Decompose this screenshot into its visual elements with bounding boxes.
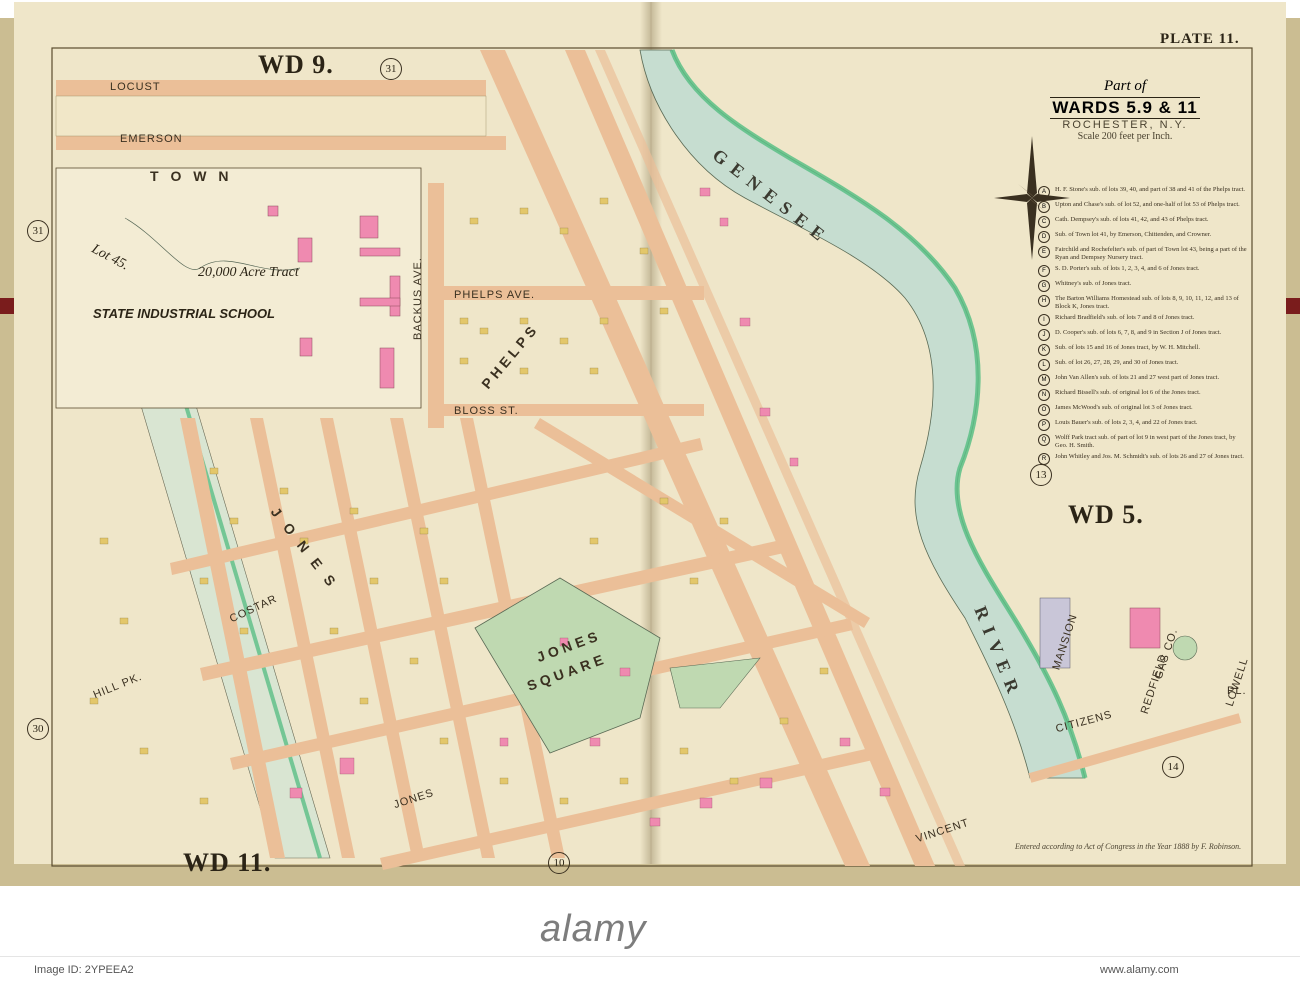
legend-key: B	[1038, 201, 1050, 213]
watermark-divider	[0, 956, 1300, 957]
legend-text: Fairchild and Rochefelter's sub. of part…	[1055, 246, 1247, 261]
map-title-block: Part of WARDS 5.9 & 11 ROCHESTER, N.Y. S…	[1050, 78, 1200, 142]
phelps-ave-label: PHELPS AVE.	[454, 289, 536, 301]
legend-key: J	[1038, 329, 1050, 341]
title-wards: WARDS 5.9 & 11	[1050, 97, 1200, 119]
legend-row: A H. F. Stone's sub. of lots 39, 40, and …	[1038, 186, 1248, 198]
legend-row: G Whitney's sub. of Jones tract.	[1038, 280, 1248, 292]
legend-row: L Sub. of lot 26, 27, 28, 29, and 30 of J…	[1038, 359, 1248, 371]
acre-tract-label: 20,000 Acre Tract	[198, 265, 299, 280]
title-part-of: Part of	[1103, 78, 1147, 94]
legend-row: I Richard Bradfield's sub. of lots 7 and …	[1038, 314, 1248, 326]
locust-block	[55, 95, 487, 137]
legend-row: D Sub. of Town lot 41, by Emerson, Chitte…	[1038, 231, 1248, 243]
legend-key: P	[1038, 419, 1050, 431]
legend-text: Wolff Park tract sub. of part of lot 9 i…	[1055, 434, 1236, 449]
legend-key: A	[1038, 186, 1050, 198]
copyright-notice: Entered according to Act of Congress in …	[1015, 842, 1242, 851]
lot-circle-14: 14	[1162, 756, 1184, 778]
lot-circle-31-top: 31	[380, 58, 402, 80]
legend-row: Q Wolff Park tract sub. of part of lot 9 …	[1038, 434, 1248, 450]
site-url-text: www.alamy.com	[1100, 964, 1179, 976]
legend-key: G	[1038, 280, 1050, 292]
legend-row: R John Whitley and Jos. M. Schmidt's sub.…	[1038, 453, 1248, 465]
legend-key: H	[1038, 295, 1050, 307]
legend-text: Richard Bradfield's sub. of lots 7 and 8…	[1055, 314, 1195, 321]
legend-text: Sub. of lot 26, 27, 28, 29, and 30 of Jo…	[1055, 359, 1179, 366]
legend-key: M	[1038, 374, 1050, 386]
legend-key: C	[1038, 216, 1050, 228]
legend-key: E	[1038, 246, 1050, 258]
legend-key: I	[1038, 314, 1050, 326]
legend-row: K Sub. of lots 15 and 16 of Jones tract, …	[1038, 344, 1248, 356]
legend-row: M John Van Allen's sub. of lots 21 and 27…	[1038, 374, 1248, 386]
legend-text: Sub. of Town lot 41, by Emerson, Chitten…	[1055, 231, 1212, 238]
gas-works-building	[1129, 607, 1161, 649]
legend-key: L	[1038, 359, 1050, 371]
legend-text: D. Cooper's sub. of lots 6, 7, 8, and 9 …	[1055, 329, 1222, 336]
subdivision-legend: A H. F. Stone's sub. of lots 39, 40, and …	[1038, 186, 1248, 468]
legend-row: C Cath. Dempsey's sub. of lots 41, 42, an…	[1038, 216, 1248, 228]
backus-ave-label: BACKUS AVE.	[412, 257, 424, 340]
title-scale: Scale 200 feet per Inch.	[1077, 131, 1173, 142]
legend-key: K	[1038, 344, 1050, 356]
locust-street-label: LOCUST	[110, 81, 161, 93]
legend-row: B Upton and Chase's sub. of lot 52, and o…	[1038, 201, 1248, 213]
legend-text: Richard Bissell's sub. of original lot 6…	[1055, 389, 1201, 396]
title-city: ROCHESTER, N.Y.	[1062, 119, 1188, 131]
ward-5-label: WD 5.	[1068, 500, 1144, 529]
legend-key: O	[1038, 404, 1050, 416]
legend-text: H. F. Stone's sub. of lots 39, 40, and p…	[1055, 186, 1246, 193]
bloss-st-label: BLOSS ST.	[454, 405, 519, 417]
legend-text: John Whitley and Jos. M. Schmidt's sub. …	[1055, 453, 1244, 460]
image-id-text: Image ID: 2YPEEA2	[34, 964, 134, 976]
legend-text: The Barton Williams Homestead sub. of lo…	[1055, 295, 1239, 310]
lot-circle-30-left: 30	[27, 718, 49, 740]
alamy-logo: alamy	[540, 908, 647, 950]
legend-text: Cath. Dempsey's sub. of lots 41, 42, and…	[1055, 216, 1209, 223]
legend-row: O James McWood's sub. of original lot 3 o…	[1038, 404, 1248, 416]
ward-11-label: WD 11.	[183, 848, 272, 877]
emerson-street-label: EMERSON	[120, 133, 183, 145]
legend-row: N Richard Bissell's sub. of original lot …	[1038, 389, 1248, 401]
lot-circle-31-left: 31	[27, 220, 49, 242]
legend-row: F S. D. Porter's sub. of lots 1, 2, 3, 4,…	[1038, 265, 1248, 277]
state-industrial-school-label: STATE INDUSTRIAL SCHOOL	[93, 306, 275, 321]
legend-row: H The Barton Williams Homestead sub. of l…	[1038, 295, 1248, 311]
legend-row: E Fairchild and Rochefelter's sub. of par…	[1038, 246, 1248, 262]
legend-key: F	[1038, 265, 1050, 277]
legend-text: S. D. Porter's sub. of lots 1, 2, 3, 4, …	[1055, 265, 1200, 272]
legend-key: N	[1038, 389, 1050, 401]
legend-row: J D. Cooper's sub. of lots 6, 7, 8, and 9…	[1038, 329, 1248, 341]
legend-row: P Louis Bauer's sub. of lots 2, 3, 4, and…	[1038, 419, 1248, 431]
lot-circle-10-bottom: 10	[548, 852, 570, 874]
legend-text: Sub. of lots 15 and 16 of Jones tract, b…	[1055, 344, 1200, 351]
legend-text: Upton and Chase's sub. of lot 52, and on…	[1055, 201, 1240, 208]
legend-text: Whitney's sub. of Jones tract.	[1055, 280, 1132, 287]
town-lot-label: T O W N	[150, 168, 233, 184]
legend-key: Q	[1038, 434, 1050, 446]
place-label: PL.	[1227, 685, 1247, 697]
legend-text: John Van Allen's sub. of lots 21 and 27 …	[1055, 374, 1220, 381]
legend-key: R	[1038, 453, 1050, 465]
legend-text: Louis Bauer's sub. of lots 2, 3, 4, and …	[1055, 419, 1198, 426]
ward-9-label: WD 9.	[258, 50, 334, 79]
legend-key: D	[1038, 231, 1050, 243]
legend-text: James McWood's sub. of original lot 3 of…	[1055, 404, 1193, 411]
plate-number: PLATE 11.	[1160, 31, 1240, 47]
backus-avenue	[428, 183, 444, 428]
state-industrial-school-grounds	[55, 167, 422, 409]
